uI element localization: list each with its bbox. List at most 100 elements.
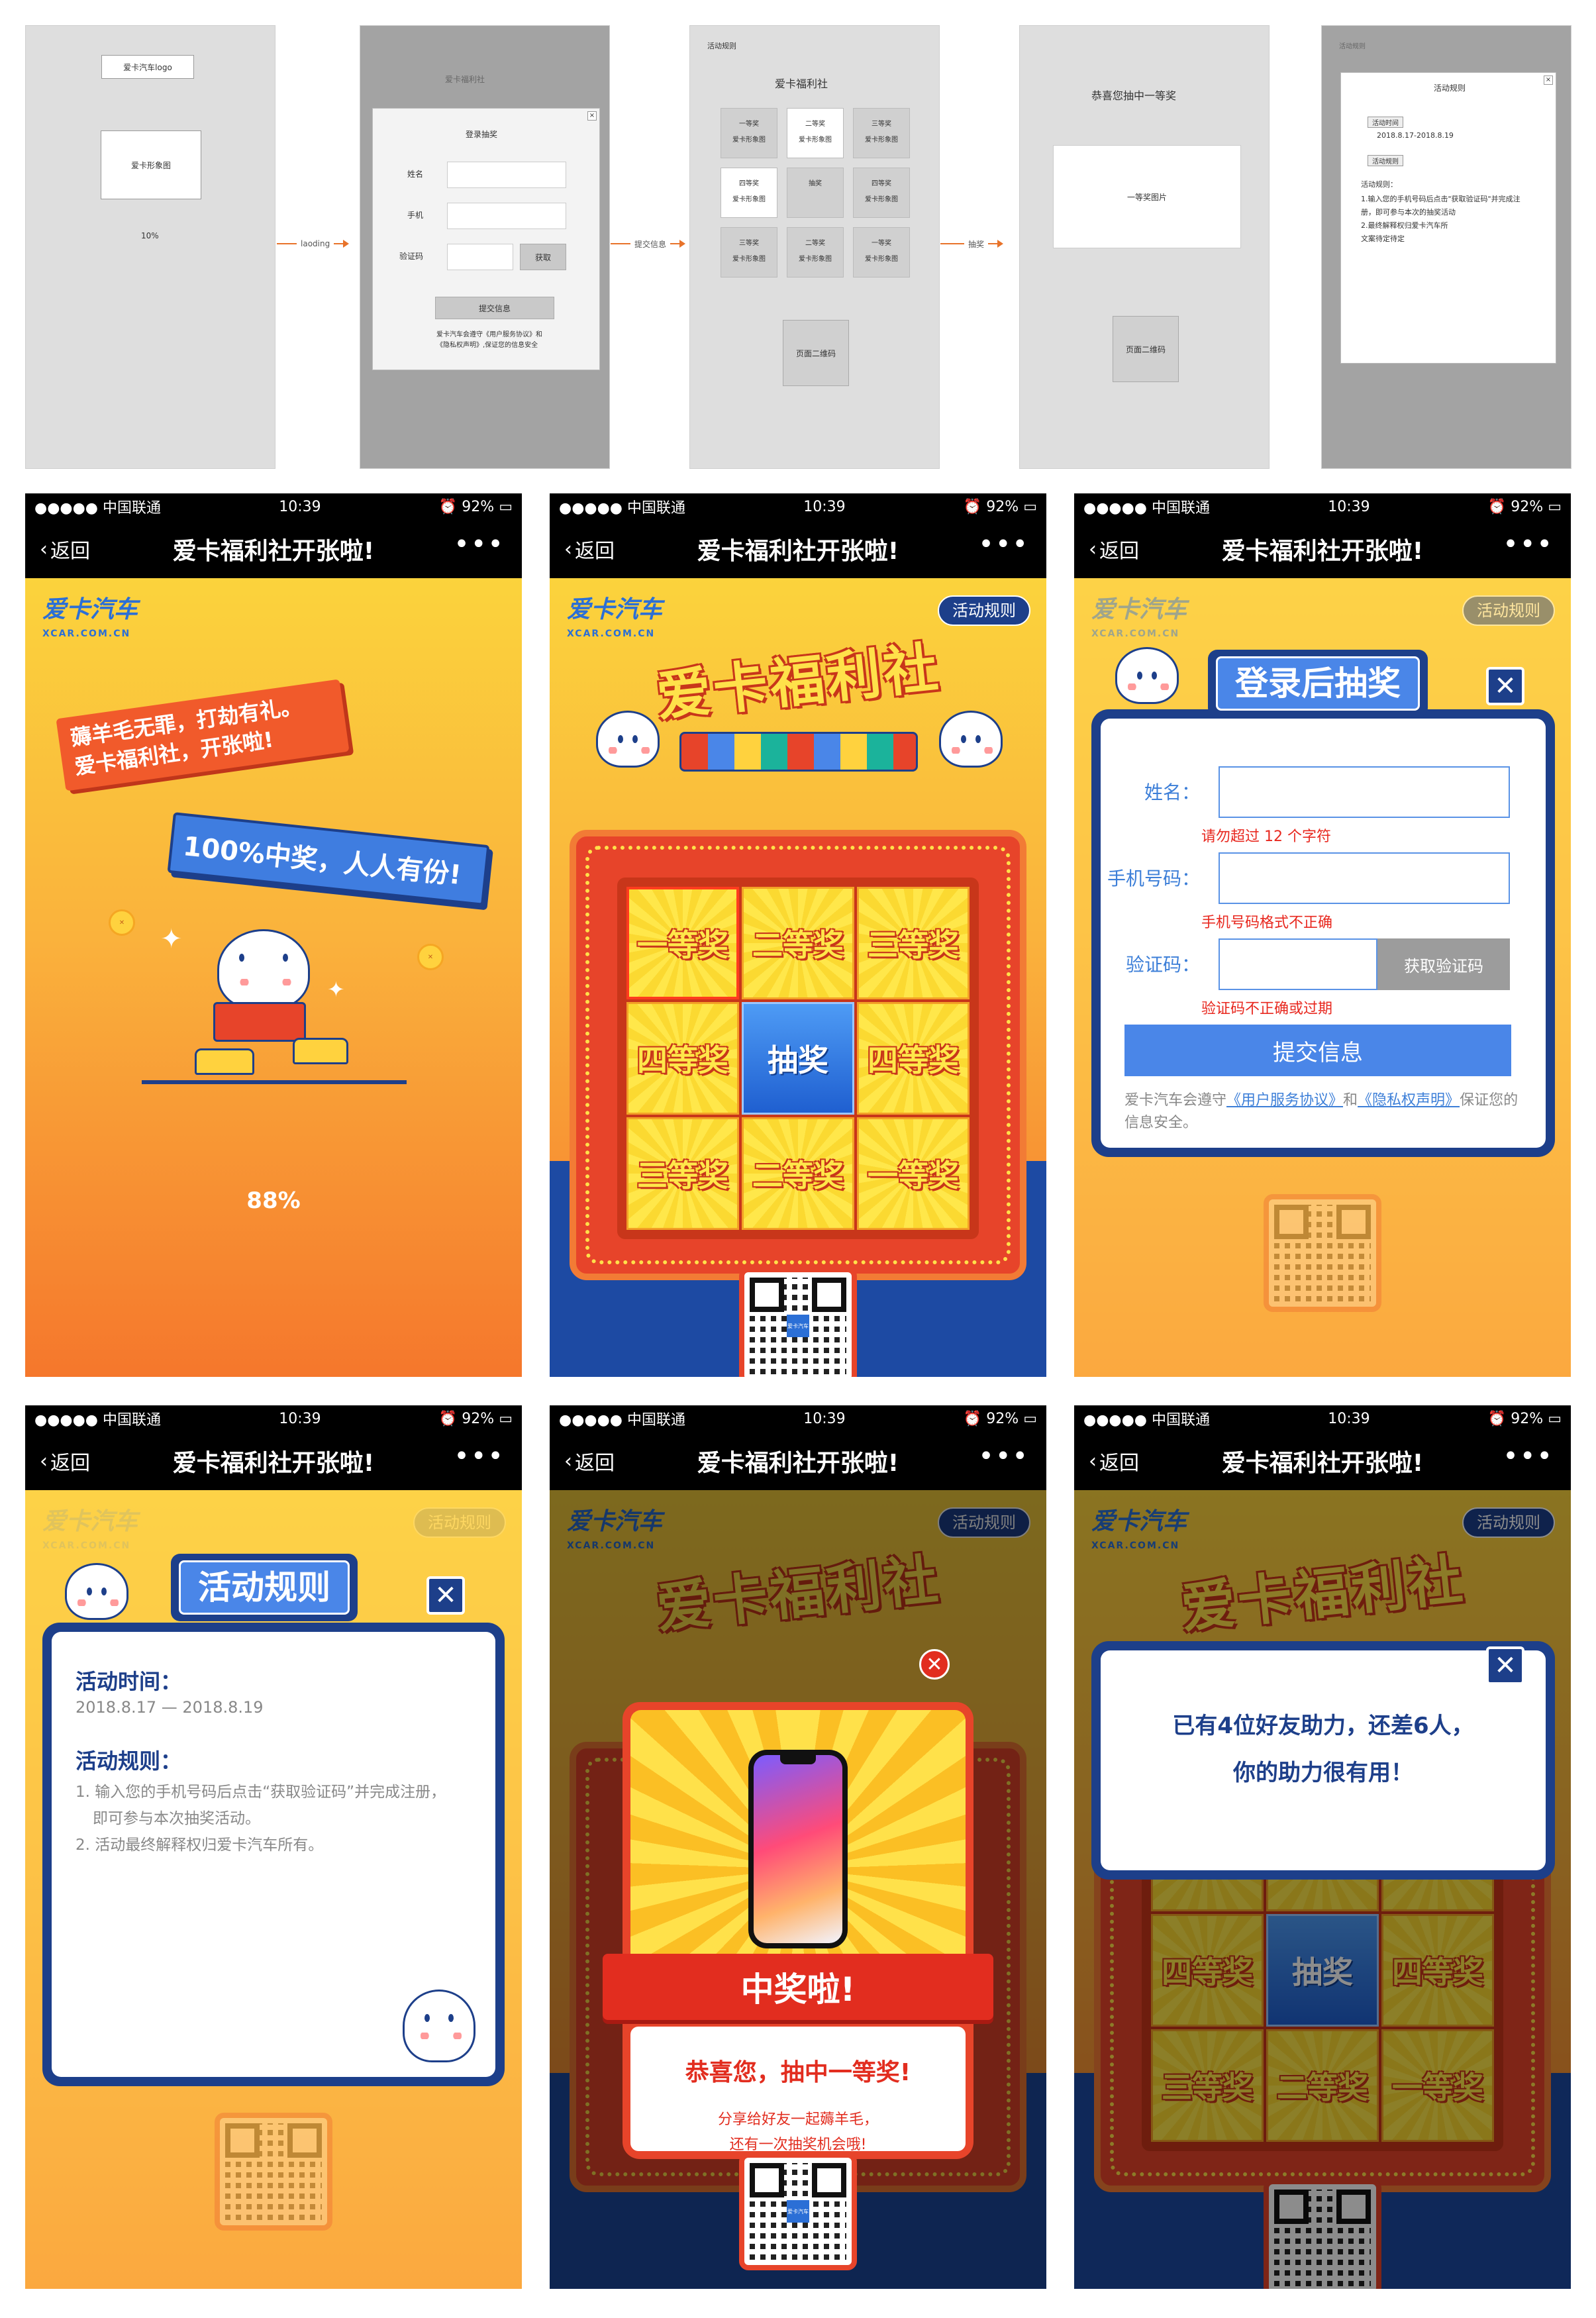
time-heading: 活动时间： (75, 1669, 182, 1694)
wf-rules-tag: 活动规则 (1368, 155, 1403, 166)
wf-name-input[interactable] (447, 162, 566, 188)
rules-button[interactable]: 活动规则 (938, 595, 1030, 626)
nav-bar: ‹ 返回 爱卡福利社开张啦! ••• (1074, 1432, 1571, 1490)
win-screen: 爱卡汽车XCAR.COM.CN 活动规则 爱卡福利社 中奖啦! 恭喜您，抽中一等… (550, 1490, 1046, 2289)
modal-title: 登录后抽奖 (1216, 656, 1420, 711)
clock: 10:39 (803, 498, 846, 515)
privacy-note: 爱卡汽车会遵守《用户服务协议》和《隐私权声明》保证您的信息安全。 (1124, 1092, 1519, 1131)
submit-button[interactable]: 提交信息 (1124, 1025, 1511, 1076)
close-icon[interactable]: ✕ (1486, 1646, 1524, 1685)
close-icon[interactable]: × (1544, 76, 1553, 85)
privacy-link[interactable]: 《隐私权声明》 (1358, 1092, 1460, 1109)
wf-get-code-button[interactable]: 获取 (520, 244, 566, 270)
wireframe-rules: 活动规则 × 活动规则 活动时间 2018.8.17-2018.8.19 活动规… (1321, 25, 1571, 469)
alarm-icon: ⏰ (963, 1410, 987, 1427)
coin-icon: ✕ (109, 909, 135, 936)
code-error: 验证码不正确或过期 (1201, 1001, 1333, 1017)
brand-logo: 爱卡汽车XCAR.COM.CN (567, 596, 663, 640)
phone-input[interactable] (1219, 852, 1510, 904)
qr-code (215, 2113, 332, 2231)
wf-arrow-label: 抽奖 (968, 239, 985, 249)
modal-title-tab: 登录后抽奖 (1208, 650, 1428, 717)
more-menu-button[interactable]: ••• (1503, 1441, 1554, 1472)
status-bar: ●●●●● 中国联通 10:39 ⏰ 92% ▭ (550, 493, 1046, 520)
wf-arrow-draw: 抽奖 (940, 237, 1004, 250)
win-ribbon: 中奖啦! (603, 1954, 993, 2020)
rules-content: 活动时间： 2018.8.17 — 2018.8.19 活动规则： 1. 输入您… (52, 1632, 495, 2077)
wf-rules-link[interactable]: 活动规则 (707, 40, 736, 51)
back-button[interactable]: ‹ 返回 (1089, 534, 1139, 564)
status-bar: ●●●●● 中国联通 10:39 ⏰ 92% ▭ (1074, 493, 1571, 520)
clock: 10:39 (279, 1410, 321, 1427)
back-button[interactable]: ‹ 返回 (564, 534, 615, 564)
get-code-button[interactable]: 获取验证码 (1377, 938, 1510, 990)
phone-label: 手机号码： (1107, 868, 1200, 889)
back-button[interactable]: ‹ 返回 (1089, 1446, 1139, 1476)
status-bar: ●●●●● 中国联通 10:39 ⏰ 92% ▭ (25, 1405, 522, 1432)
agreement-link[interactable]: 《用户服务协议》 (1226, 1092, 1343, 1109)
clock: 10:39 (279, 498, 321, 515)
code-input[interactable] (1219, 938, 1377, 990)
back-button[interactable]: ‹ 返回 (564, 1446, 615, 1476)
gift-box-image (213, 1002, 306, 1042)
loading-screen: 爱卡汽车 XCAR.COM.CN 薅羊毛无罪，打劫有礼。 爱卡福利社，开张啦! 1… (25, 578, 522, 1377)
prize-panel (630, 1710, 966, 1975)
wf-arrow-submit: 提交信息 (611, 237, 686, 250)
more-menu-button[interactable]: ••• (454, 529, 505, 560)
wf-login-modal: × 登录抽奖 姓名 手机 验证码 获取 提交信息 爱卡汽车会遵守《用户服务协议》… (372, 108, 600, 370)
car-image (293, 1038, 348, 1064)
wf-rule-3: 文案待定待定 (1361, 234, 1405, 243)
more-menu-button[interactable]: ••• (978, 1441, 1029, 1472)
wf-prize-cell: 四等奖 爱卡形象图 (721, 168, 777, 218)
code-label: 验证码： (1125, 954, 1200, 976)
close-icon[interactable]: ✕ (1486, 667, 1524, 705)
login-screen: 爱卡汽车XCAR.COM.CN 活动规则 姓名： 请勿超过 12 个字符 手机号… (1074, 578, 1571, 1377)
modal-title-tab: 活动规则 (171, 1554, 358, 1621)
draw-button[interactable]: 抽奖 (742, 1002, 854, 1115)
wf-note-2: 《隐私权声明》,保证您的信息安全 (436, 342, 538, 349)
clock: 10:39 (1328, 1410, 1370, 1427)
wireframe-login: 爱卡福利社 × 登录抽奖 姓名 手机 验证码 获取 提交信息 爱卡汽车会遵守《用… (360, 25, 610, 469)
close-icon[interactable]: ✕ (919, 1649, 950, 1680)
wf-draw-button[interactable]: 抽奖 (787, 168, 844, 218)
battery-icon: ▭ (1548, 498, 1562, 515)
prize-cell: 三等奖 (857, 887, 970, 999)
chevron-left-icon: ‹ (564, 537, 572, 561)
wf-win-qr: 页面二维码 (1113, 316, 1179, 382)
wf-code-input[interactable] (447, 244, 513, 270)
battery-icon: ▭ (499, 1410, 513, 1427)
nav-bar: ‹ 返回 爱卡福利社开张啦! ••• (550, 1432, 1046, 1490)
chevron-left-icon: ‹ (1089, 537, 1097, 561)
more-menu-button[interactable]: ••• (978, 529, 1029, 560)
name-input[interactable] (1219, 766, 1510, 818)
close-icon[interactable]: ✕ (426, 1576, 465, 1615)
ground-line (142, 1080, 407, 1084)
nav-bar: ‹ 返回 爱卡福利社开张啦! ••• (25, 1432, 522, 1490)
phone-rules: ●●●●● 中国联通 10:39 ⏰ 92% ▭ ‹ 返回 爱卡福利社开张啦! •… (25, 1405, 522, 2289)
wf-rule-1b: 册，即可参与本次的抽奖活动 (1361, 208, 1456, 217)
wf-phone-input[interactable] (447, 203, 566, 229)
prize-cell: 一等奖 (857, 1117, 970, 1230)
wf-lottery-grid: 一等奖 爱卡形象图 二等奖 爱卡形象图 三等奖 爱卡形象图 四等奖 爱卡形象图 抽奖 四等奖 爱卡形… (721, 108, 913, 327)
share-text-1: 分享给好友一起薅羊毛， (717, 2111, 878, 2128)
more-menu-button[interactable]: ••• (454, 1441, 505, 1472)
page-title: 爱卡福利社开张啦! (172, 1450, 375, 1477)
more-menu-button[interactable]: ••• (1503, 529, 1554, 560)
close-icon[interactable]: × (587, 111, 597, 121)
qr-code: 爱卡汽车 (739, 2152, 857, 2270)
help-screen: 爱卡汽车XCAR.COM.CN 活动规则 爱卡福利社 一等奖二等奖三等奖四等奖抽… (1074, 1490, 1571, 2289)
share-text-2: 还有一次抽奖机会哦! (729, 2137, 867, 2153)
page-title: 爱卡福利社开张啦! (697, 538, 899, 565)
back-button[interactable]: ‹ 返回 (40, 1446, 90, 1476)
back-button[interactable]: ‹ 返回 (40, 534, 90, 564)
battery-label: ⏰ 92% ▭ (438, 498, 513, 515)
chevron-left-icon: ‹ (564, 1449, 572, 1473)
rules-heading: 活动规则： (75, 1748, 182, 1774)
mascot-image (939, 711, 1003, 768)
phone-loading: ●●●●● 中国联通 10:39 ⏰ 92% ▭ ‹ 返回 爱卡福利社开张啦! •… (25, 493, 522, 1377)
page-title: 爱卡福利社开张啦! (1221, 538, 1424, 565)
modal-overlay[interactable] (1074, 1490, 1571, 2289)
battery-icon: ▭ (1023, 1410, 1037, 1427)
alarm-icon: ⏰ (1487, 498, 1511, 515)
wf-submit-button[interactable]: 提交信息 (435, 297, 554, 319)
